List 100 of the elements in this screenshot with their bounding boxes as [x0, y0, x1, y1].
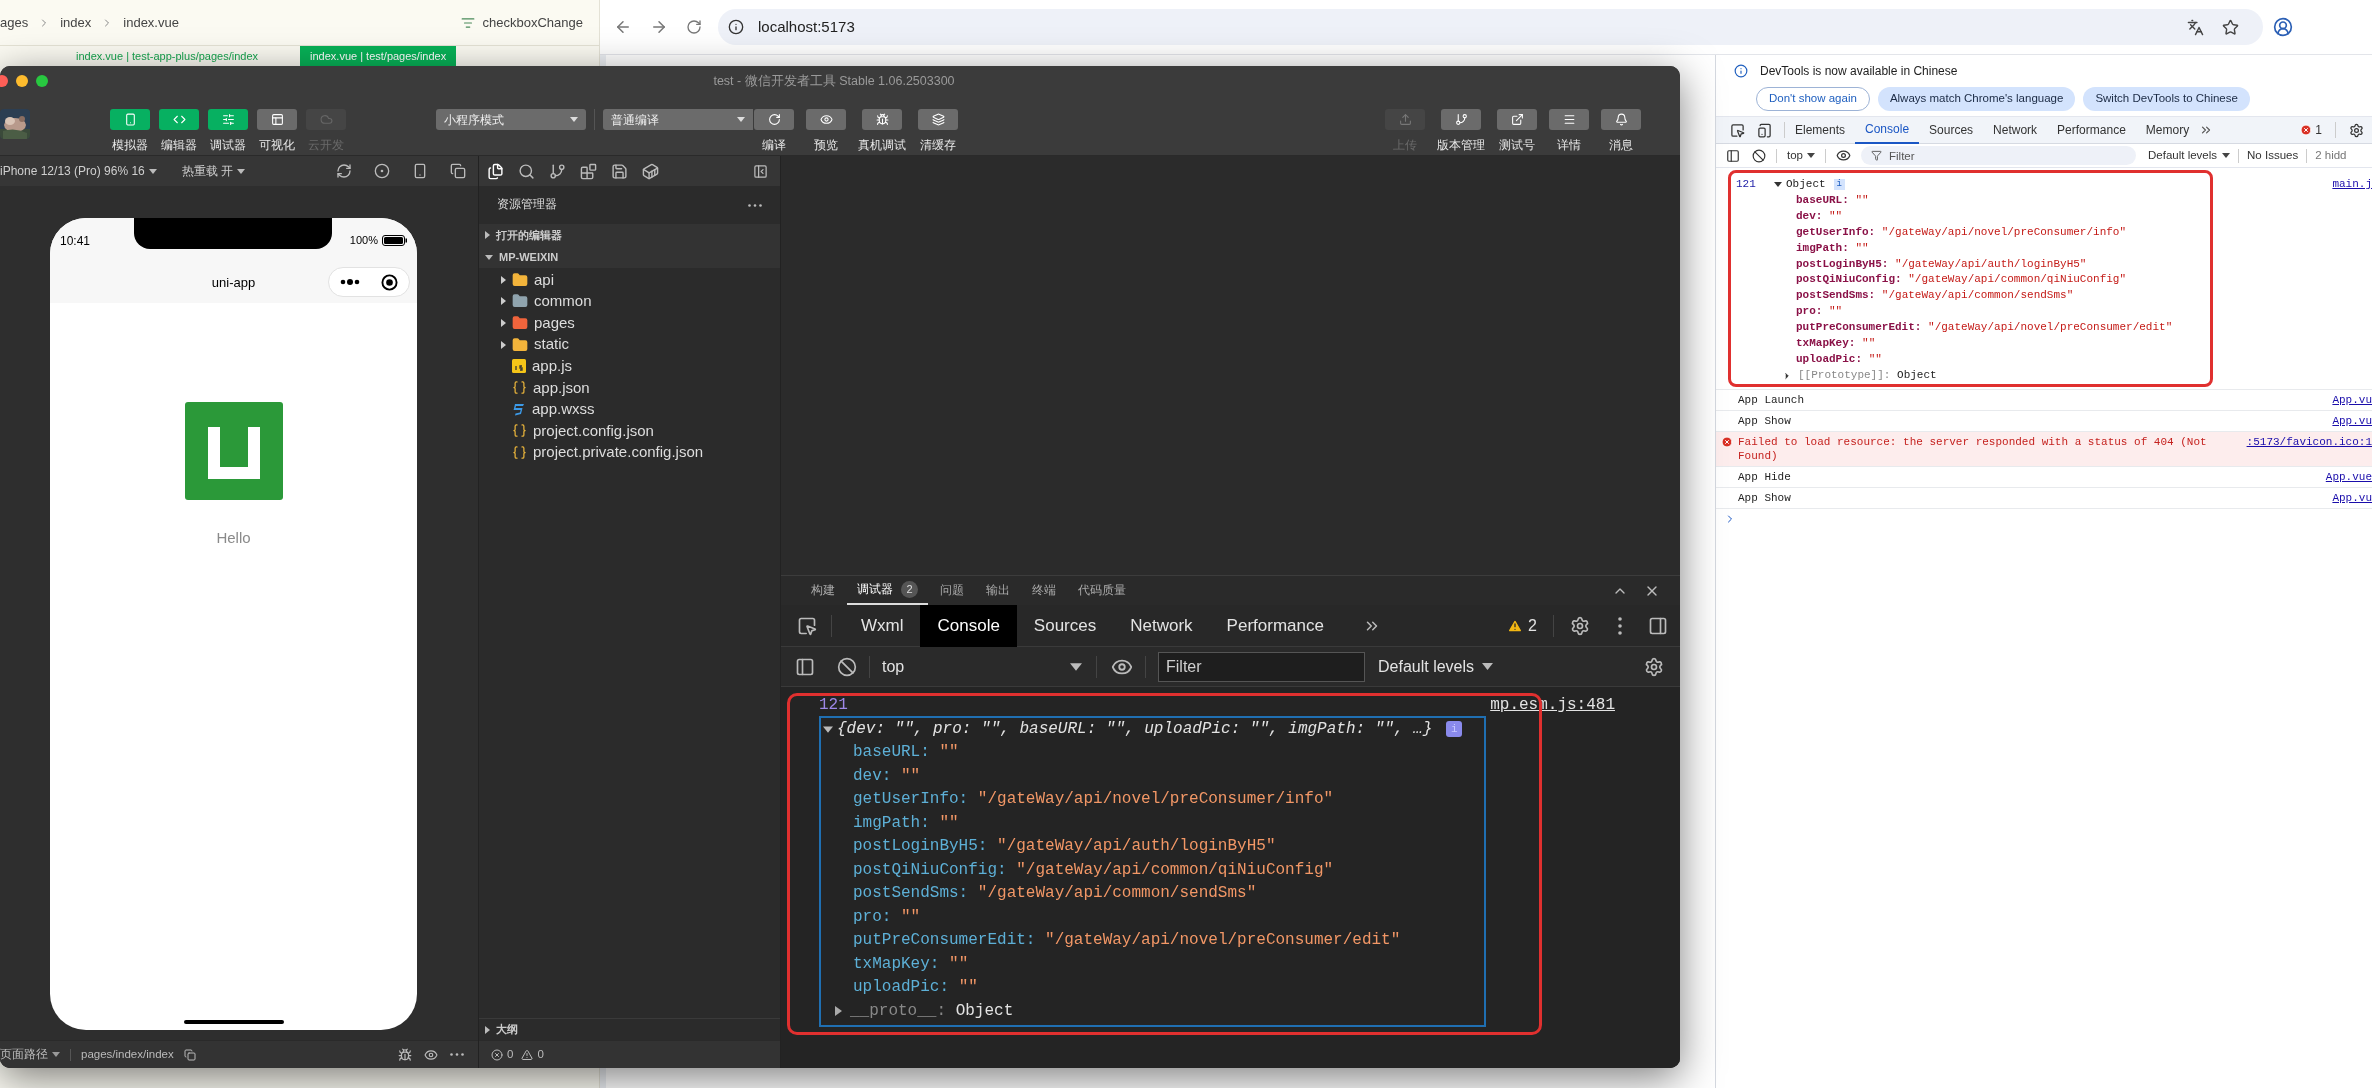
file-tree-item[interactable]: project.config.json [479, 420, 780, 442]
property-line: putPreConsumerEdit: "/gateWay/api/novel/preConsumer/edit" [1795, 320, 2174, 336]
toolbar-button[interactable]: 可视化 [257, 109, 297, 154]
devtools-tab[interactable]: Console [1855, 116, 1920, 144]
caret-icon [485, 231, 490, 239]
device-select[interactable]: iPhone 12/13 (Pro) 96% 16 [0, 162, 157, 180]
layers-icon [931, 113, 945, 126]
bug-icon [398, 1047, 412, 1062]
file-tree-item[interactable]: app.js [479, 355, 780, 377]
search-icon [518, 162, 535, 180]
toolbar-button[interactable]: 消息 [1600, 109, 1642, 154]
caret-icon [500, 297, 506, 306]
file-tree-item[interactable]: static [479, 333, 780, 356]
caret-icon [1774, 182, 1782, 188]
prototype-line: [[Prototype]]: Object [1798, 367, 1937, 383]
forward-icon [650, 18, 668, 36]
property-line: postLoginByH5: "/gateWay/api/auth/loginByH5" [852, 836, 1277, 857]
panel-tab[interactable]: 输出 [976, 576, 1020, 605]
profile-icon [2273, 17, 2293, 37]
more-icon [450, 1053, 464, 1056]
hot-reload-select[interactable]: 热重载 开 [181, 162, 246, 180]
source-link[interactable]: App.vu [2332, 392, 2372, 407]
toolbar-button[interactable]: 详情 [1548, 109, 1590, 154]
notice-button[interactable]: Don't show again [1756, 87, 1870, 111]
panel-tab[interactable]: 问题 [930, 576, 974, 605]
source-link[interactable]: App.vu [2332, 413, 2372, 428]
toolbar-button[interactable]: 清缓存 [917, 109, 959, 154]
toolbar-button[interactable]: 预览 [805, 109, 847, 154]
toolbar-button[interactable]: 真机调试 [857, 109, 907, 154]
toolbar-button[interactable]: 测试号 [1496, 109, 1538, 154]
toolbar-button[interactable]: 编译 [753, 109, 795, 154]
toolbar-button[interactable]: 版本管理 [1436, 109, 1486, 154]
translate-icon [2187, 18, 2204, 36]
toolbar-button[interactable]: 编辑器 [159, 109, 199, 154]
devtools-tab[interactable]: Wxml [844, 604, 921, 647]
dock-icon [1648, 615, 1668, 636]
source-link[interactable]: App.vue [2325, 469, 2372, 484]
devtools-tab[interactable]: Network [1113, 604, 1210, 647]
devtools-tab[interactable]: Elements [1785, 116, 1856, 144]
filter-field[interactable]: Filter [1158, 651, 1365, 682]
property-line: postQiNiuConfig: "/gateWay/api/common/qiNiuConfig" [1795, 272, 2128, 288]
property-line: uploadPic: "" [852, 977, 979, 998]
property-line: postSendSms: "/gateWay/api/common/sendSms" [1795, 288, 2075, 304]
file-tree-item[interactable]: app.wxss [479, 398, 780, 421]
clear-icon [1752, 148, 1766, 163]
filter-field[interactable]: Filter [1861, 146, 2136, 165]
source-link[interactable]: main.j [2332, 177, 2372, 384]
devtools-tab[interactable]: Sources [1919, 116, 1984, 144]
panel-tab[interactable]: 代码质量 [1068, 576, 1136, 605]
menu-icon [1562, 113, 1576, 126]
devtools-tab[interactable]: Console [920, 604, 1017, 647]
battery-icon [382, 235, 407, 246]
breadcrumb-item: ages [0, 13, 29, 32]
panel-tab[interactable]: 构建 [801, 576, 845, 605]
section-header[interactable]: 打开的编辑器 [479, 224, 780, 246]
device-icon [1757, 122, 1772, 138]
file-tree-item[interactable]: pages [479, 312, 780, 334]
file-tree-item[interactable]: app.json [479, 376, 780, 399]
upload-icon [1398, 113, 1412, 126]
compile-mode-select[interactable]: 普通编译 [603, 109, 753, 130]
property-line: dev: "" [852, 765, 922, 787]
eye-icon [424, 1047, 438, 1062]
file-tree-item[interactable]: common [479, 290, 780, 313]
context-select[interactable]: top [1787, 146, 1815, 165]
devtools-tab[interactable]: Network [1983, 116, 2048, 144]
code-icon [172, 113, 186, 126]
toolbar-button[interactable]: 模拟器 [110, 109, 150, 154]
file-tree-item[interactable]: api [479, 269, 780, 291]
devtools-tab[interactable]: Performance [2047, 116, 2136, 144]
warning-count: 0 [537, 1046, 544, 1062]
page-path-select[interactable]: 页面路径 [0, 1045, 60, 1064]
levels-select[interactable]: Default levels [2148, 146, 2231, 165]
capsule-button[interactable] [328, 267, 410, 297]
source-link[interactable]: App.vu [2332, 490, 2372, 505]
levels-select[interactable]: Default levels [1378, 654, 1494, 679]
object-summary: {dev: "", pro: "", baseURL: "", uploadPic: "", imgPath: "", …} [837, 718, 1433, 740]
more-icon [339, 279, 360, 285]
zoom-window-button[interactable] [36, 75, 48, 87]
toolbar-button[interactable]: 调试器 [208, 109, 248, 154]
settings-icon [2349, 122, 2364, 138]
minimize-window-button[interactable] [16, 75, 28, 87]
devtools-tab[interactable]: Memory [2135, 116, 2200, 144]
filter-icon [1871, 150, 1882, 161]
url-text: localhost:5173 [758, 16, 855, 37]
notice-button[interactable]: Always match Chrome's language [1877, 87, 2076, 111]
section-header[interactable]: MP-WEIXIN [479, 246, 780, 268]
console-message: App Show [1738, 413, 1792, 428]
caret-icon [237, 168, 246, 174]
mode-select[interactable]: 小程序模式 [436, 109, 586, 130]
devtools-tab[interactable]: Performance [1209, 604, 1341, 647]
notice-button[interactable]: Switch DevTools to Chinese [2083, 87, 2250, 111]
file-tree-item[interactable]: project.private.config.json [479, 441, 780, 464]
address-bar[interactable]: localhost:5173 [718, 9, 2263, 45]
logo-icon [184, 402, 283, 500]
panel-tab[interactable]: 终端 [1022, 576, 1066, 605]
devtools-tab[interactable]: Sources [1016, 604, 1114, 647]
context-select[interactable]: top [882, 654, 1082, 679]
issues-text: No Issues [2247, 147, 2299, 163]
source-link[interactable]: :5173/favicon.ico:1 [2246, 434, 2372, 449]
property-line: txMapKey: "" [1795, 336, 1877, 352]
